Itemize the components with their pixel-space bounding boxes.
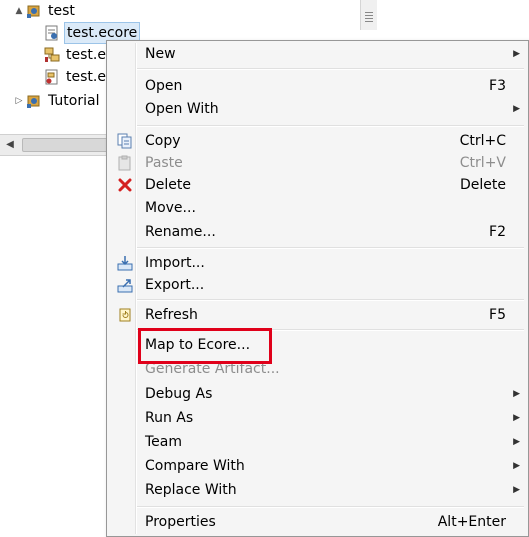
menu-item-export[interactable]: Export...: [109, 274, 526, 296]
menu-item-label: Replace With: [145, 482, 237, 498]
menu-separator: [137, 299, 524, 301]
menu-item-label: Export...: [145, 277, 205, 293]
submenu-arrow-icon: ▶: [513, 485, 520, 495]
submenu-arrow-icon: ▶: [513, 389, 520, 399]
tree-item-label: Tutorial: [48, 93, 100, 109]
menu-separator: [137, 68, 524, 70]
context-menu: New ▶ Open F3 Open With ▶ Copy Ctrl+C Pa…: [106, 40, 529, 537]
submenu-arrow-icon: ▶: [513, 413, 520, 423]
menu-item-label: Team: [145, 434, 183, 450]
menu-item-copy[interactable]: Copy Ctrl+C: [109, 130, 526, 152]
menu-item-label: Copy: [145, 133, 181, 149]
project-icon: [27, 5, 40, 18]
refresh-icon: [119, 308, 131, 322]
ecore-file-icon: [45, 25, 58, 41]
tree-item-label: test.er: [66, 69, 112, 85]
menu-item-label: Run As: [145, 410, 194, 426]
menu-item-replace-with[interactable]: Replace With ▶: [109, 479, 526, 501]
collapse-twisty-icon[interactable]: ▷: [14, 96, 24, 106]
delete-icon: [118, 178, 132, 192]
menu-item-shortcut: F5: [489, 307, 506, 323]
expand-twisty-icon[interactable]: ▲: [14, 6, 24, 16]
tree-item-label: test.er: [66, 47, 112, 63]
submenu-arrow-icon: ▶: [513, 49, 520, 59]
er-diagram-icon: [45, 69, 58, 85]
menu-item-label: Open: [145, 78, 183, 94]
paste-icon: [118, 155, 131, 171]
menu-item-properties[interactable]: Properties Alt+Enter: [109, 511, 526, 533]
menu-item-label: Paste: [145, 155, 183, 171]
menu-separator: [137, 247, 524, 249]
copy-icon: [117, 133, 132, 149]
project-icon: [27, 95, 40, 108]
tree-item-test[interactable]: ▲ test: [12, 0, 212, 22]
menu-item-refresh[interactable]: Refresh F5: [109, 304, 526, 326]
tree-item-label: test: [48, 3, 75, 19]
menu-item-label: Delete: [145, 177, 191, 193]
highlight-annotation-box: [138, 328, 272, 364]
menu-item-label: Open With: [145, 101, 219, 117]
menu-item-open-with[interactable]: Open With ▶: [109, 98, 526, 120]
menu-item-label: Rename...: [145, 224, 216, 240]
menu-item-shortcut: Alt+Enter: [437, 514, 506, 530]
submenu-arrow-icon: ▶: [513, 461, 520, 471]
menu-item-compare-with[interactable]: Compare With ▶: [109, 455, 526, 477]
menu-item-label: Refresh: [145, 307, 198, 323]
submenu-arrow-icon: ▶: [513, 104, 520, 114]
menu-item-label: New: [145, 46, 176, 62]
menu-item-label: Import...: [145, 255, 205, 271]
menu-item-run-as[interactable]: Run As ▶: [109, 407, 526, 429]
menu-item-debug-as[interactable]: Debug As ▶: [109, 383, 526, 405]
menu-item-move[interactable]: Move...: [109, 197, 526, 219]
menu-item-open[interactable]: Open F3: [109, 75, 526, 97]
er-file-icon: [44, 47, 60, 62]
menu-item-label: Debug As: [145, 386, 213, 402]
vertical-scrollbar[interactable]: [360, 0, 377, 30]
menu-item-shortcut: Ctrl+C: [459, 133, 506, 149]
menu-item-label: Properties: [145, 514, 216, 530]
menu-item-shortcut: F3: [489, 78, 506, 94]
export-icon: [117, 279, 133, 293]
scroll-left-icon[interactable]: ◀: [0, 135, 20, 155]
menu-item-team[interactable]: Team ▶: [109, 431, 526, 453]
menu-separator: [137, 506, 524, 508]
menu-item-delete[interactable]: Delete Delete: [109, 174, 526, 196]
menu-separator: [137, 125, 524, 127]
scrollbar-grip-icon[interactable]: [365, 12, 373, 22]
menu-item-paste[interactable]: Paste Ctrl+V: [109, 152, 526, 174]
menu-item-import[interactable]: Import...: [109, 252, 526, 274]
menu-item-shortcut: Ctrl+V: [459, 155, 506, 171]
menu-item-new[interactable]: New ▶: [109, 43, 526, 65]
submenu-arrow-icon: ▶: [513, 437, 520, 447]
menu-item-shortcut: F2: [489, 224, 506, 240]
menu-item-label: Move...: [145, 200, 196, 216]
menu-item-rename[interactable]: Rename... F2: [109, 221, 526, 243]
import-icon: [117, 256, 133, 271]
menu-item-shortcut: Delete: [460, 177, 506, 193]
menu-item-label: Compare With: [145, 458, 245, 474]
